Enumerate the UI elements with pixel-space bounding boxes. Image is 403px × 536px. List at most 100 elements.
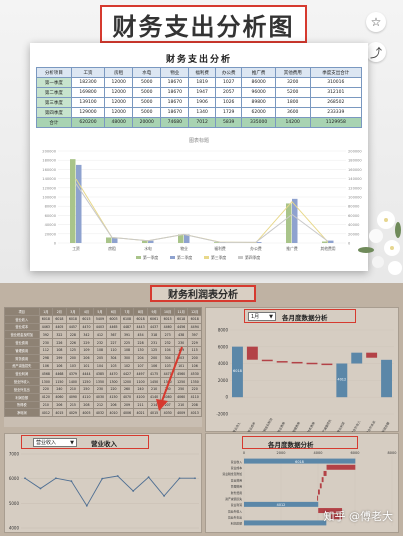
- bar: [106, 237, 112, 243]
- table-cell: 96000: [241, 87, 276, 98]
- x-tick-label: 办公费: [250, 246, 262, 251]
- grid-cell: 367: [106, 330, 121, 340]
- table-cell: 620200: [70, 117, 106, 128]
- grid-cell: 4460: [160, 322, 175, 332]
- expense-chart: 图表标题0 020000 2000040000 4000060000 600008000…: [42, 137, 362, 260]
- grid-cell: 4030: [92, 392, 108, 402]
- grid-cell: 109: [79, 345, 94, 355]
- table-cell: 7012: [188, 117, 216, 128]
- grid-cell: 利润总额: [4, 392, 40, 402]
- table-header-cell: 分析项目: [36, 67, 72, 78]
- table-cell: 18670: [160, 77, 190, 88]
- data-point: [101, 477, 104, 480]
- y-tick-label: 营业成本: [231, 466, 242, 470]
- grid-cell: 318: [146, 330, 162, 340]
- table-cell: 12000: [104, 97, 134, 108]
- grid-cell: 107: [133, 361, 148, 371]
- grid-cell: 营业税金及附加: [4, 330, 40, 340]
- grid-cell: 392: [38, 330, 54, 340]
- expense-table: 分析项目 工资 房租 水电 物业 福利费 办公费 推广费 其他费用 季度支出合计 第一季度 18230…: [36, 67, 363, 128]
- grid-cell: 240: [133, 384, 148, 394]
- table-header-cell: 其他费用: [274, 67, 311, 78]
- x-tick-label: 营业费用: [276, 421, 286, 432]
- data-point: [85, 504, 88, 507]
- x-tick-label: 房租: [108, 246, 116, 251]
- panel1-title: 各月度数据分析: [282, 314, 328, 322]
- data-point: [194, 477, 196, 480]
- grid-cell: 229: [79, 338, 94, 347]
- waterfall-chart-1: 8000 6000 4000 2000 0 -2000营业收入 营业成本 营业税金及附加 营业费…: [216, 328, 394, 432]
- grid-header-cell: 8月: [133, 307, 148, 316]
- grid-cell: 1100: [133, 377, 148, 386]
- table-cell: 第一季度: [36, 77, 72, 88]
- grid-cell: 125: [65, 345, 81, 355]
- grid-cell: 130: [133, 345, 148, 355]
- table-cell: 268502: [309, 97, 363, 108]
- legend-label: 第一季度: [143, 255, 158, 260]
- grid-cell: 1200: [119, 377, 135, 386]
- grid-cell: 营业外收入: [4, 377, 40, 386]
- grid-header-cell: 4月: [79, 307, 94, 316]
- grid-cell: 4444: [79, 369, 94, 379]
- grid-cell: 净利润: [4, 408, 40, 418]
- data-point: [116, 475, 119, 477]
- table-cell: 第三季度: [36, 97, 72, 108]
- grid-cell: 230: [38, 338, 54, 347]
- page-title-box: 财务支出分析图: [100, 5, 307, 43]
- grid-cell: 226: [65, 338, 81, 347]
- grid-cell: 200: [65, 353, 81, 363]
- grid-header-cell: 5月: [92, 307, 108, 316]
- grid-cell: 4070: [119, 392, 135, 402]
- table-header-cell: 福利费: [188, 67, 216, 78]
- grid-cell: 102: [119, 361, 135, 371]
- waterfall-bar: [276, 361, 288, 363]
- bar: [322, 241, 328, 243]
- grid-cell: 营业外支出: [4, 384, 40, 394]
- grid-cell: 6018: [133, 314, 148, 324]
- grid-cell: 4437: [146, 322, 162, 332]
- table-cell: 5000: [132, 107, 162, 118]
- grid-cell: 211: [133, 400, 148, 410]
- monthly-waterfall-panel: 1月 ▼ 各月度数据分析 8000 6000 4000 2000 0 -2000 营业收入 营业…: [205, 307, 399, 432]
- table-cell: 20000: [132, 117, 162, 128]
- table-cell: 第四季度: [36, 107, 72, 118]
- grid-cell: 6015: [160, 314, 175, 324]
- table-cell: 129000: [70, 107, 106, 118]
- bar-value-label: 4012: [277, 503, 286, 507]
- table-header-row: 分析项目 工资 房租 水电 物业 福利费 办公费 推广费 其他费用 季度支出合计: [36, 67, 363, 78]
- table-cell: 18670: [160, 107, 190, 118]
- waterfall-bar: [317, 495, 319, 501]
- x-tick-label: 推广费: [286, 246, 298, 251]
- bar: [70, 159, 76, 243]
- grid-cell: 4021: [133, 408, 148, 418]
- grid-cell: 304: [106, 353, 121, 363]
- table-cell: 1819: [188, 77, 216, 88]
- chart-title: 图表标题: [189, 137, 209, 144]
- legend-label: 第二季度: [177, 255, 192, 260]
- revenue-line: [24, 475, 195, 507]
- y-tick-label: 40000: [45, 223, 57, 227]
- share-icon[interactable]: ⤴: [366, 42, 386, 62]
- data-point: [39, 487, 42, 490]
- grid-header-cell: 1月: [38, 307, 54, 316]
- table-cell: 48000: [104, 117, 134, 128]
- legend-swatch: [204, 256, 209, 259]
- grid-cell: 6018: [38, 314, 54, 324]
- grid-cell: 108: [92, 345, 108, 355]
- revenue-line-panel: 营业收入 ▼ 营业收入 7000 6000 5000 4000: [4, 433, 202, 533]
- y-tick-label: 60000: [45, 214, 57, 218]
- y-tick-label: 营业费用: [231, 478, 242, 482]
- table-header-cell: 推广费: [241, 67, 276, 78]
- table-cell: 182300: [70, 77, 106, 88]
- y-tick-label: 120000: [42, 186, 56, 190]
- grid-cell: 1350: [92, 377, 108, 386]
- favorite-icon[interactable]: ☆: [366, 12, 386, 32]
- data-point: [24, 477, 26, 480]
- table-cell: 5000: [132, 87, 162, 98]
- grid-cell: 6018: [52, 314, 67, 324]
- grid-cell: 206: [79, 353, 94, 363]
- grid-cell: 4403: [92, 322, 108, 332]
- grid-header-cell: 9月: [146, 307, 162, 316]
- y-tick-label: 8000: [218, 328, 229, 333]
- grid-cell: 1250: [79, 377, 94, 386]
